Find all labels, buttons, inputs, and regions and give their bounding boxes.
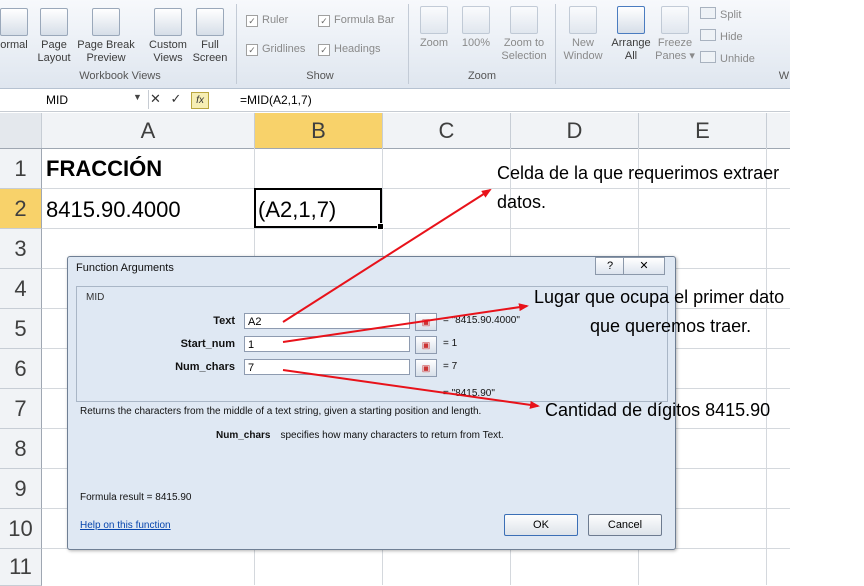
- arrow-to-chars-note: [282, 369, 540, 409]
- arrow-to-start-note: [282, 303, 529, 343]
- arrow-to-cell-note: [282, 188, 492, 323]
- chars-note: Cantidad de dígitos 8415.90: [545, 400, 771, 420]
- start-note-line2: que queremos traer.: [590, 316, 752, 336]
- start-note-line1: Lugar que ocupa el primer dato: [534, 287, 785, 307]
- cell-note-line1: Celda de la que requerimos extraer: [497, 163, 780, 183]
- cell-note-line2: datos.: [497, 192, 547, 212]
